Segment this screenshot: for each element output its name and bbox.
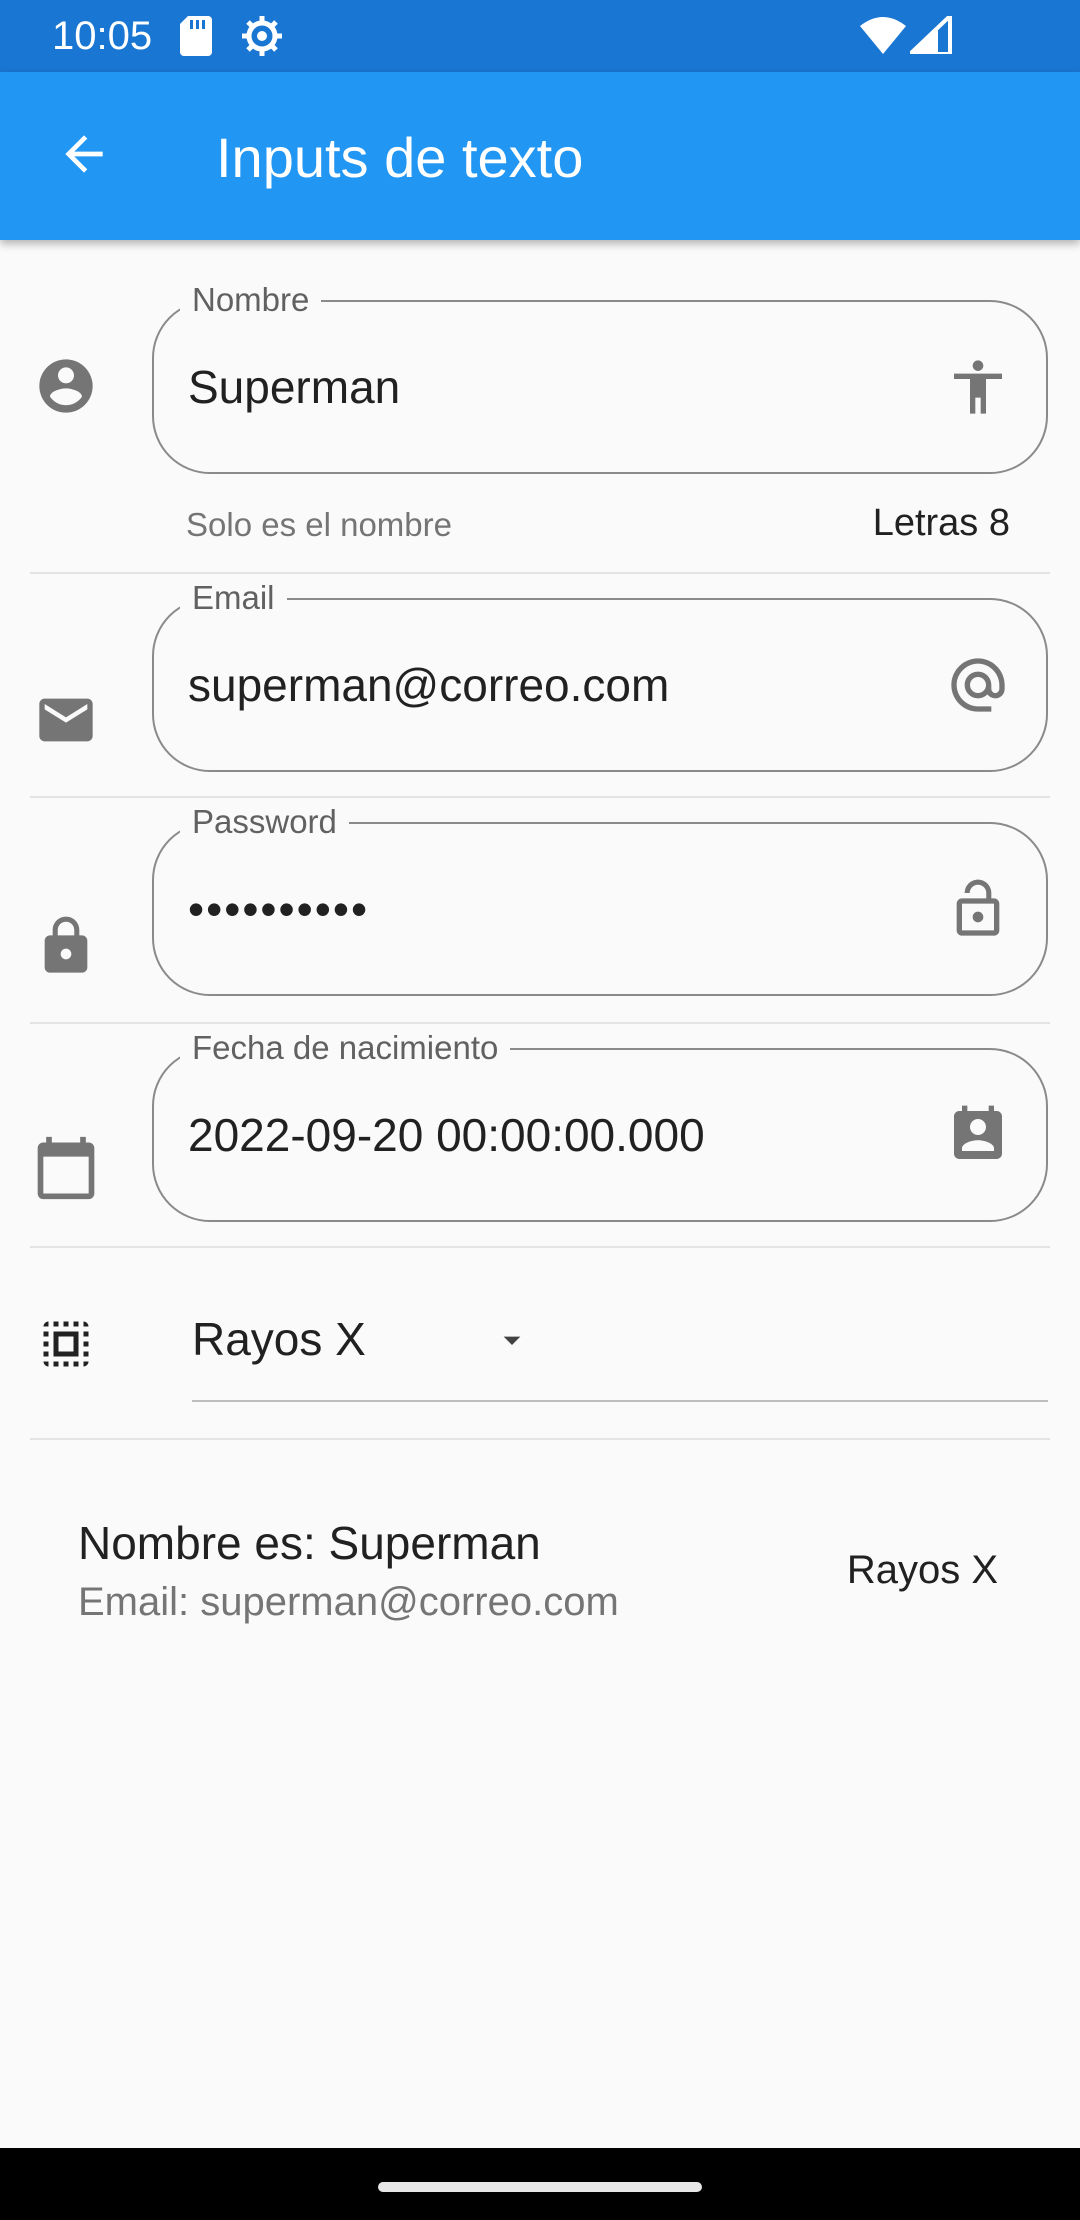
select-all-icon [32, 1310, 100, 1378]
power-dropdown[interactable]: Rayos X [192, 1282, 1048, 1402]
signal-icon [904, 11, 952, 59]
email-field-value: superman@correo.com [188, 659, 670, 711]
password-field[interactable]: Password •••••••••• [152, 802, 1048, 996]
navigation-bar [0, 2148, 1080, 2220]
birthdate-field-value: 2022-09-20 00:00:00.000 [188, 1109, 705, 1161]
lock-icon [32, 912, 100, 980]
mail-icon [32, 686, 100, 754]
arrow-back-icon [56, 126, 112, 187]
status-time: 10:05 [52, 14, 153, 58]
name-row: Nombre Superman Solo es el nombre Letras… [0, 240, 1080, 574]
summary-subtitle: Email: superman@correo.com [78, 1580, 619, 1624]
birthdate-row: Fecha de nacimiento 2022-09-20 00:00:00.… [0, 1024, 1080, 1248]
summary-trailing: Rayos X [846, 1548, 998, 1592]
lock-open-icon [944, 875, 1012, 943]
password-row: Password •••••••••• [0, 798, 1080, 1022]
alternate-email-icon [944, 651, 1012, 719]
birthdate-field[interactable]: Fecha de nacimiento 2022-09-20 00:00:00.… [152, 1028, 1048, 1222]
name-helper-text: Solo es el nombre [186, 506, 452, 543]
summary-title: Nombre es: Superman [78, 1517, 541, 1569]
page-title: Inputs de texto [216, 126, 584, 189]
summary-tile[interactable]: Nombre es: Superman Email: superman@corr… [0, 1440, 1080, 1624]
app-bar: Inputs de texto [0, 72, 1080, 240]
password-field-value: •••••••••• [188, 883, 370, 935]
accessibility-icon [944, 353, 1012, 421]
home-gesture-handle[interactable] [378, 2182, 702, 2192]
status-bar: 10:05 [0, 0, 1080, 72]
back-button[interactable] [40, 112, 128, 200]
name-field[interactable]: Nombre Superman [152, 280, 1048, 474]
email-field[interactable]: Email superman@correo.com [152, 578, 1048, 772]
email-row: Email superman@correo.com [0, 574, 1080, 796]
name-field-value: Superman [188, 361, 401, 413]
account-circle-icon [32, 352, 100, 420]
gear-icon [240, 14, 284, 63]
dropdown-arrow-icon [492, 1320, 532, 1365]
name-counter: Letras 8 [872, 502, 1010, 544]
power-row: Rayos X [0, 1248, 1080, 1440]
wifi-icon [860, 16, 906, 59]
sd-card-icon [180, 16, 212, 61]
contact-calendar-icon [944, 1101, 1012, 1169]
power-dropdown-value: Rayos X [192, 1313, 366, 1365]
calendar-icon [32, 1134, 100, 1202]
